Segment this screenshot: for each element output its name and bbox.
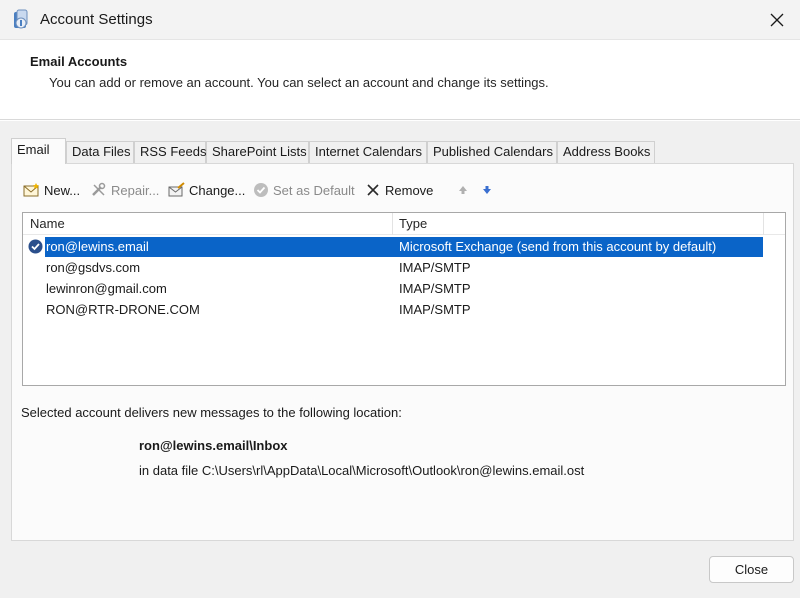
column-divider[interactable] <box>392 213 393 235</box>
new-mail-icon <box>23 181 41 199</box>
move-up-button[interactable] <box>454 178 475 202</box>
remove-label: Remove <box>385 182 434 198</box>
email-tab-panel: New... Repair... Change... Set as Defaul… <box>11 163 794 541</box>
header-title: Email Accounts <box>30 54 128 69</box>
default-account-check-icon <box>28 239 43 254</box>
list-header: Name Type <box>23 213 785 235</box>
column-divider[interactable] <box>763 213 764 235</box>
account-type: IMAP/SMTP <box>399 260 471 275</box>
tab-rss-feeds[interactable]: RSS Feeds <box>134 141 206 163</box>
delivery-data-file: in data file C:\Users\rl\AppData\Local\M… <box>139 463 585 478</box>
account-type: Microsoft Exchange (send from this accou… <box>399 239 717 254</box>
change-settings-icon <box>168 181 186 199</box>
close-button-label: Close <box>734 562 769 577</box>
tab-internet-calendars[interactable]: Internet Calendars <box>309 141 427 163</box>
dialog-header: Email Accounts You can add or remove an … <box>0 40 800 120</box>
dialog-body: Email Data Files RSS Feeds SharePoint Li… <box>0 121 800 598</box>
header-description: You can add or remove an account. You ca… <box>49 75 549 90</box>
account-toolbar: New... Repair... Change... Set as Defaul… <box>23 178 783 202</box>
change-label: Change... <box>189 182 246 198</box>
delivery-location: ron@lewins.email\Inbox <box>139 438 288 453</box>
account-name: RON@RTR-DRONE.COM <box>46 302 200 317</box>
account-name: ron@gsdvs.com <box>46 260 141 275</box>
account-settings-app-icon <box>11 9 31 31</box>
tab-data-files[interactable]: Data Files <box>66 141 134 163</box>
tab-email[interactable]: Email <box>11 138 66 164</box>
new-account-label: New... <box>44 182 81 198</box>
account-row[interactable]: lewinron@gmail.com IMAP/SMTP <box>23 279 785 300</box>
arrow-down-icon <box>478 181 496 199</box>
account-row[interactable]: ron@gsdvs.com IMAP/SMTP <box>23 258 785 279</box>
tab-published-calendars[interactable]: Published Calendars <box>427 141 557 163</box>
account-type: IMAP/SMTP <box>399 281 471 296</box>
close-icon[interactable] <box>754 0 800 40</box>
accounts-list[interactable]: Name Type ron@lewins.email Microsoft Exc… <box>22 212 786 386</box>
change-button[interactable]: Change... <box>168 178 245 202</box>
arrow-up-icon <box>454 181 472 199</box>
account-type: IMAP/SMTP <box>399 302 471 317</box>
column-header-type[interactable]: Type <box>399 216 427 231</box>
move-down-button[interactable] <box>478 178 499 202</box>
set-as-default-button[interactable]: Set as Default <box>252 178 355 202</box>
repair-tools-icon <box>90 181 108 199</box>
remove-button[interactable]: Remove <box>364 178 433 202</box>
repair-label: Repair... <box>111 182 160 198</box>
account-name: ron@lewins.email <box>46 239 149 254</box>
delivery-label: Selected account delivers new messages t… <box>21 405 402 420</box>
repair-button[interactable]: Repair... <box>90 178 159 202</box>
account-row[interactable]: RON@RTR-DRONE.COM IMAP/SMTP <box>23 300 785 321</box>
title-bar: Account Settings <box>0 0 800 40</box>
set-as-default-label: Set as Default <box>273 182 355 198</box>
close-button[interactable]: Close <box>709 556 794 583</box>
account-name: lewinron@gmail.com <box>46 281 167 296</box>
tab-address-books[interactable]: Address Books <box>557 141 655 163</box>
new-account-button[interactable]: New... <box>23 178 80 202</box>
remove-x-icon <box>364 181 382 199</box>
account-row[interactable]: ron@lewins.email Microsoft Exchange (sen… <box>23 237 785 258</box>
window-title: Account Settings <box>40 11 153 28</box>
tab-sharepoint-lists[interactable]: SharePoint Lists <box>206 141 309 163</box>
checkmark-circle-icon <box>252 181 270 199</box>
column-header-name[interactable]: Name <box>30 216 65 231</box>
